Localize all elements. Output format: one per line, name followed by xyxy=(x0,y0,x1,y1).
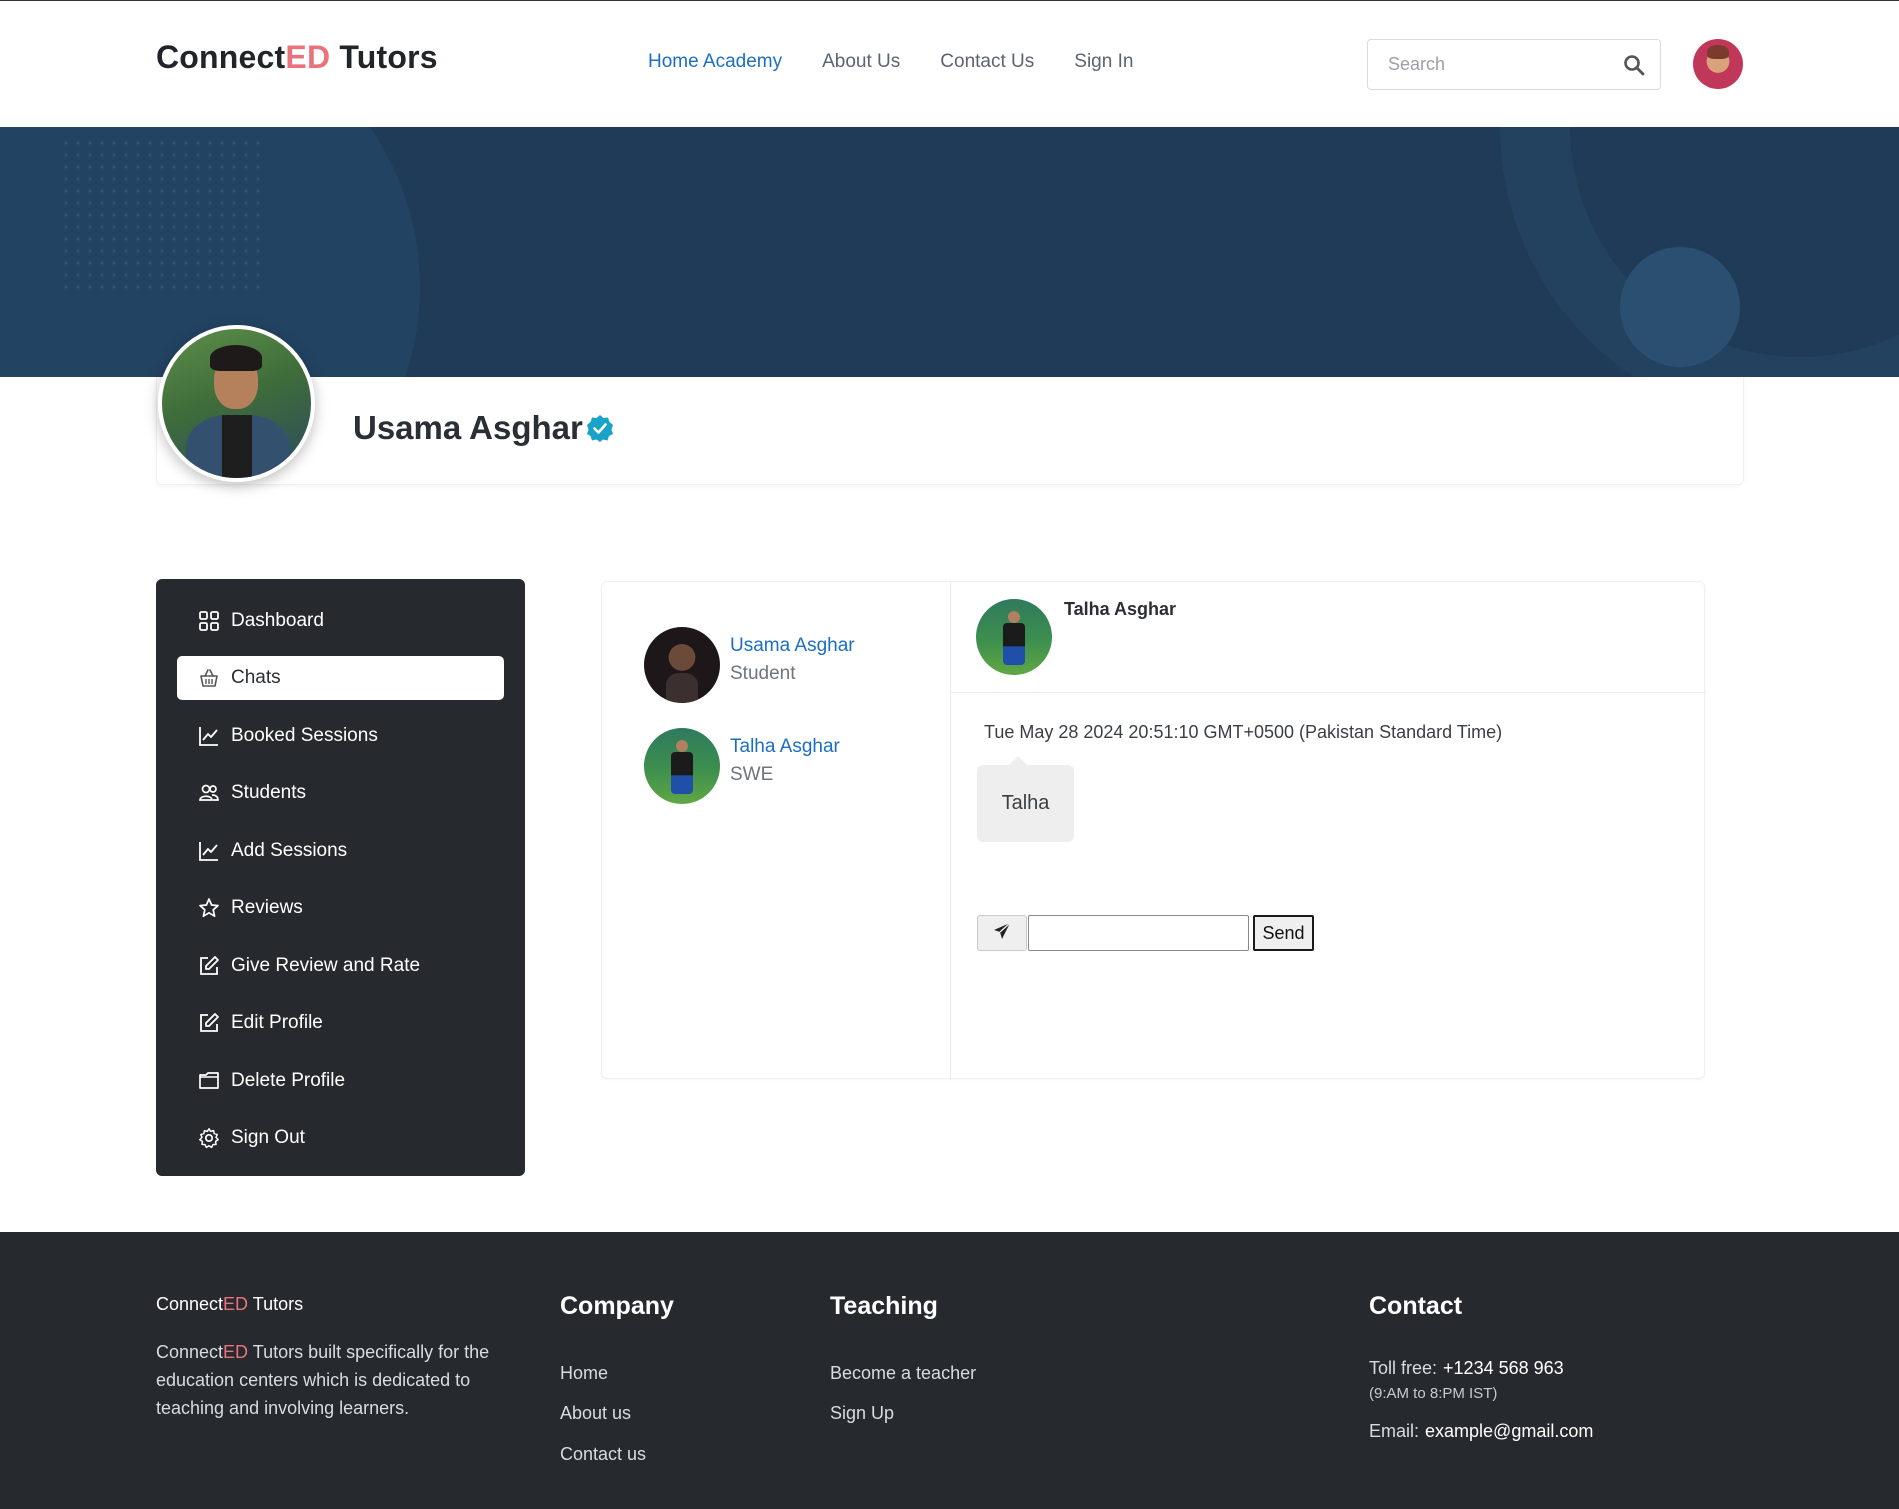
footer-desc-prefix: Connect xyxy=(156,1342,224,1362)
profile-banner xyxy=(0,127,1899,377)
footer-heading-company: Company xyxy=(560,1292,674,1320)
conversation-avatar xyxy=(976,599,1052,675)
conversation-header: Talha Asghar xyxy=(951,582,1706,693)
footer-link-home[interactable]: Home xyxy=(560,1363,608,1384)
nav-about-us[interactable]: About Us xyxy=(822,51,900,73)
sidebar-item-delete-profile[interactable]: Delete Profile xyxy=(177,1059,504,1103)
send-button[interactable]: Send xyxy=(1253,915,1314,951)
footer-logo-prefix: Connect xyxy=(156,1294,224,1314)
sidebar-item-reviews[interactable]: Reviews xyxy=(177,886,504,930)
chart-line-icon xyxy=(198,840,220,862)
footer-link-contact-us[interactable]: Contact us xyxy=(560,1444,646,1465)
footer-hours: (9:AM to 8:PM IST) xyxy=(1369,1385,1498,1402)
conversation-title: Talha Asghar xyxy=(1064,599,1177,619)
contact-name[interactable]: Usama Asghar xyxy=(730,635,855,657)
footer-logo-accent: ED xyxy=(223,1294,249,1314)
sidebar-item-label: Students xyxy=(231,782,306,803)
user-avatar[interactable] xyxy=(1693,39,1743,89)
contact-name[interactable]: Talha Asghar xyxy=(730,736,840,758)
footer-heading-contact: Contact xyxy=(1369,1292,1463,1320)
sidebar-item-label: Reviews xyxy=(231,897,303,918)
logo-text-prefix: Connect xyxy=(156,39,286,75)
avatar-hair xyxy=(210,345,262,371)
search-icon[interactable] xyxy=(1622,53,1646,77)
footer-heading-teaching: Teaching xyxy=(830,1292,938,1320)
message-text: Talha xyxy=(1001,792,1050,814)
sidebar-item-booked-sessions[interactable]: Booked Sessions xyxy=(177,714,504,758)
folder-icon xyxy=(198,1070,220,1092)
nav-home-academy[interactable]: Home Academy xyxy=(648,51,782,73)
sidebar-item-label: Chats xyxy=(231,667,281,688)
chat-contact-list: Usama Asghar Student Talha Asghar SWE xyxy=(602,582,951,1080)
attach-send-button[interactable] xyxy=(977,915,1027,951)
footer-logo-suffix: Tutors xyxy=(248,1294,304,1314)
paper-plane-icon xyxy=(992,921,1012,946)
grid-icon xyxy=(198,610,220,632)
message-bubble: Talha xyxy=(977,756,1074,842)
footer-link-sign-up[interactable]: Sign Up xyxy=(830,1403,894,1424)
sidebar-item-label: Booked Sessions xyxy=(231,725,378,746)
sidebar-item-students[interactable]: Students xyxy=(177,771,504,815)
main-nav: Home Academy About Us Contact Us Sign In xyxy=(648,51,1133,73)
edit-icon xyxy=(198,1012,220,1034)
footer-logo[interactable]: ConnectED Tutors xyxy=(156,1294,303,1315)
dashboard-sidebar: Dashboard Chats Booked Sessions Students… xyxy=(156,579,525,1176)
message-composer: Send xyxy=(977,915,1314,951)
edit-icon xyxy=(198,955,220,977)
contact-role: SWE xyxy=(730,764,774,785)
sidebar-item-label: Give Review and Rate xyxy=(231,955,421,976)
basket-icon xyxy=(198,667,220,689)
sidebar-item-label: Delete Profile xyxy=(231,1070,346,1091)
profile-avatar xyxy=(158,325,315,482)
sidebar-item-label: Edit Profile xyxy=(231,1012,323,1033)
chat-panel: Usama Asghar Student Talha Asghar SWE Ta… xyxy=(601,581,1706,1080)
logo-text-accent: ED xyxy=(285,39,331,75)
sidebar-item-give-review[interactable]: Give Review and Rate xyxy=(177,944,504,988)
sidebar-item-dashboard[interactable]: Dashboard xyxy=(177,599,504,643)
sidebar-item-label: Add Sessions xyxy=(231,840,348,861)
avatar-shirt xyxy=(222,415,252,478)
sidebar-item-add-sessions[interactable]: Add Sessions xyxy=(177,829,504,873)
profile-name-text: Usama Asghar xyxy=(353,409,583,446)
chart-line-icon xyxy=(198,725,220,747)
site-footer: ConnectED Tutors ConnectED Tutors built … xyxy=(0,1232,1899,1509)
contact-avatar xyxy=(644,627,720,703)
message-timestamp: Tue May 28 2024 20:51:10 GMT+0500 (Pakis… xyxy=(984,722,1503,742)
chat-contact-usama[interactable]: Usama Asghar Student xyxy=(644,627,934,707)
message-input[interactable] xyxy=(1028,915,1249,951)
footer-link-become-teacher[interactable]: Become a teacher xyxy=(830,1363,976,1384)
sidebar-item-edit-profile[interactable]: Edit Profile xyxy=(177,1001,504,1045)
search-box xyxy=(1367,39,1661,90)
footer-toll-free: Toll free: +1234 568 963 xyxy=(1369,1358,1564,1379)
footer-link-about-us[interactable]: About us xyxy=(560,1403,631,1424)
users-icon xyxy=(198,782,220,804)
toll-free-number[interactable]: +1234 568 963 xyxy=(1443,1358,1564,1378)
email-label: Email: xyxy=(1369,1421,1420,1441)
banner-decoration-circle xyxy=(1620,247,1740,367)
email-address[interactable]: example@gmail.com xyxy=(1425,1421,1593,1441)
sidebar-item-label: Sign Out xyxy=(231,1127,305,1148)
site-logo[interactable]: ConnectED Tutors xyxy=(156,39,438,76)
contact-avatar xyxy=(644,728,720,804)
verified-badge-icon xyxy=(585,413,615,443)
gear-icon xyxy=(198,1127,220,1149)
sidebar-item-chats[interactable]: Chats xyxy=(177,656,504,700)
contact-role: Student xyxy=(730,663,796,684)
site-header: ConnectED Tutors Home Academy About Us C… xyxy=(0,1,1899,127)
search-input[interactable] xyxy=(1388,54,1608,75)
logo-text-suffix: Tutors xyxy=(330,39,438,75)
footer-email: Email: example@gmail.com xyxy=(1369,1421,1593,1442)
banner-dots-pattern xyxy=(60,137,260,297)
footer-description: ConnectED Tutors built specifically for … xyxy=(156,1338,536,1422)
nav-sign-in[interactable]: Sign In xyxy=(1074,51,1133,73)
sidebar-item-sign-out[interactable]: Sign Out xyxy=(177,1116,504,1160)
sidebar-item-label: Dashboard xyxy=(231,610,324,631)
chat-contact-talha[interactable]: Talha Asghar SWE xyxy=(644,728,934,808)
nav-contact-us[interactable]: Contact Us xyxy=(940,51,1034,73)
star-icon xyxy=(198,897,220,919)
profile-name: Usama Asghar xyxy=(353,409,615,447)
footer-desc-accent: ED xyxy=(223,1342,249,1362)
toll-free-label: Toll free: xyxy=(1369,1358,1438,1378)
